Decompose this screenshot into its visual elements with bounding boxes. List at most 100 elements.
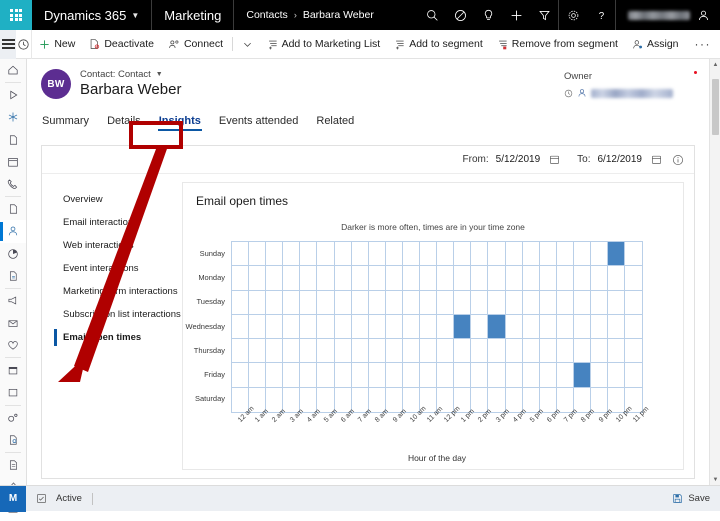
heatmap-cell[interactable] bbox=[506, 388, 523, 412]
subnav-item-event-interactions[interactable]: Event interactions bbox=[55, 257, 182, 280]
heatmap-cell[interactable] bbox=[454, 339, 471, 363]
heatmap-cell[interactable] bbox=[608, 339, 625, 363]
heatmap-cell[interactable] bbox=[523, 339, 540, 363]
heatmap-cell[interactable] bbox=[317, 242, 334, 266]
heatmap-cell[interactable] bbox=[540, 266, 557, 290]
rail-item-favorites[interactable] bbox=[0, 334, 26, 356]
quick-create-icon[interactable] bbox=[502, 0, 530, 30]
heatmap-cell[interactable] bbox=[386, 266, 403, 290]
breadcrumb-item-record[interactable]: Barbara Weber bbox=[303, 9, 374, 21]
heatmap-cell[interactable] bbox=[335, 315, 352, 339]
heatmap-cell[interactable] bbox=[471, 291, 488, 315]
heatmap-cell[interactable] bbox=[437, 291, 454, 315]
heatmap-cell[interactable] bbox=[369, 363, 386, 387]
heatmap-cell[interactable] bbox=[317, 315, 334, 339]
scroll-down-icon[interactable]: ▼ bbox=[710, 474, 720, 485]
brand-dynamics365[interactable]: Dynamics 365 ▼ bbox=[32, 0, 152, 30]
heatmap-cell[interactable] bbox=[369, 339, 386, 363]
heatmap-cell[interactable] bbox=[523, 291, 540, 315]
subnav-item-marketing-form-interactions[interactable]: Marketing form interactions bbox=[55, 280, 182, 303]
add-to-marketing-list-button[interactable]: Add to Marketing List bbox=[260, 30, 388, 59]
heatmap-cell[interactable] bbox=[369, 266, 386, 290]
idea-icon[interactable] bbox=[474, 0, 502, 30]
heatmap-cell[interactable] bbox=[523, 266, 540, 290]
heatmap-cell[interactable] bbox=[283, 363, 300, 387]
heatmap-cell[interactable] bbox=[283, 242, 300, 266]
breadcrumb-item-contacts[interactable]: Contacts bbox=[246, 9, 287, 21]
new-button[interactable]: New bbox=[32, 30, 82, 59]
heatmap-cell[interactable] bbox=[523, 388, 540, 412]
heatmap-cell[interactable] bbox=[557, 291, 574, 315]
heatmap-cell[interactable] bbox=[574, 315, 591, 339]
heatmap-cell[interactable] bbox=[232, 339, 249, 363]
heatmap-cell[interactable] bbox=[335, 291, 352, 315]
from-date-input[interactable]: 5/12/2019 bbox=[496, 154, 541, 165]
heatmap-cell[interactable] bbox=[557, 266, 574, 290]
deactivate-button[interactable]: Deactivate bbox=[82, 30, 161, 59]
app-launcher-button[interactable] bbox=[0, 0, 32, 30]
tab-details[interactable]: Details bbox=[106, 111, 142, 133]
heatmap-cell[interactable] bbox=[317, 266, 334, 290]
rail-item-phone[interactable] bbox=[0, 173, 26, 195]
heatmap-cell[interactable] bbox=[266, 363, 283, 387]
rail-item-social[interactable] bbox=[0, 407, 26, 429]
heatmap-cell[interactable] bbox=[352, 266, 369, 290]
heatmap-cell[interactable] bbox=[506, 363, 523, 387]
filter-icon[interactable] bbox=[530, 0, 558, 30]
heatmap-cell[interactable] bbox=[523, 242, 540, 266]
heatmap-cell[interactable] bbox=[249, 291, 266, 315]
heatmap-cell[interactable] bbox=[283, 291, 300, 315]
heatmap-cell[interactable] bbox=[403, 363, 420, 387]
rail-item-campaigns[interactable] bbox=[0, 290, 26, 312]
heatmap-cell[interactable] bbox=[591, 291, 608, 315]
heatmap-cell[interactable] bbox=[420, 291, 437, 315]
rail-item-insights[interactable] bbox=[0, 429, 26, 451]
app-name[interactable]: Marketing bbox=[152, 0, 234, 30]
heatmap-cell[interactable] bbox=[540, 315, 557, 339]
rail-item-recent[interactable] bbox=[0, 84, 26, 106]
heatmap-cell[interactable] bbox=[471, 266, 488, 290]
heatmap-cell[interactable] bbox=[608, 266, 625, 290]
heatmap-cell[interactable] bbox=[591, 315, 608, 339]
site-map-button[interactable] bbox=[0, 30, 16, 59]
scrollbar-thumb[interactable] bbox=[712, 79, 719, 135]
heatmap-cell[interactable] bbox=[625, 363, 642, 387]
heatmap-cell[interactable] bbox=[420, 315, 437, 339]
heatmap-cell[interactable] bbox=[437, 363, 454, 387]
heatmap-cell[interactable] bbox=[557, 388, 574, 412]
heatmap-cell[interactable] bbox=[232, 242, 249, 266]
scroll-up-icon[interactable]: ▲ bbox=[710, 59, 720, 70]
heatmap-cell[interactable] bbox=[574, 388, 591, 412]
recently-viewed-button[interactable] bbox=[16, 30, 32, 59]
heatmap-cell[interactable] bbox=[454, 315, 471, 339]
heatmap-cell[interactable] bbox=[488, 363, 505, 387]
heatmap-cell[interactable] bbox=[625, 315, 642, 339]
rail-item-events[interactable] bbox=[0, 359, 26, 381]
calendar-icon[interactable] bbox=[549, 154, 560, 165]
heatmap-cell[interactable] bbox=[540, 388, 557, 412]
heatmap-cell[interactable] bbox=[557, 339, 574, 363]
heatmap-cell[interactable] bbox=[317, 291, 334, 315]
heatmap-cell[interactable] bbox=[386, 363, 403, 387]
heatmap-cell[interactable] bbox=[523, 363, 540, 387]
rail-item-leads[interactable] bbox=[0, 265, 26, 287]
heatmap-cell[interactable] bbox=[266, 339, 283, 363]
heatmap-cell[interactable] bbox=[557, 363, 574, 387]
rail-item-accounts[interactable] bbox=[0, 198, 26, 220]
heatmap-cell[interactable] bbox=[591, 363, 608, 387]
heatmap-cell[interactable] bbox=[420, 339, 437, 363]
subnav-item-email-interactions[interactable]: Email interactions bbox=[55, 211, 182, 234]
heatmap-cell[interactable] bbox=[437, 266, 454, 290]
heatmap-cell[interactable] bbox=[471, 242, 488, 266]
heatmap-cell[interactable] bbox=[540, 363, 557, 387]
heatmap-cell[interactable] bbox=[574, 291, 591, 315]
heatmap-cell[interactable] bbox=[386, 339, 403, 363]
subnav-item-email-open-times[interactable]: Email open times bbox=[55, 326, 182, 349]
heatmap-cell[interactable] bbox=[540, 291, 557, 315]
heatmap-cell[interactable] bbox=[608, 363, 625, 387]
heatmap-cell[interactable] bbox=[403, 339, 420, 363]
heatmap-cell[interactable] bbox=[574, 339, 591, 363]
heatmap-cell[interactable] bbox=[317, 363, 334, 387]
heatmap-cell[interactable] bbox=[283, 266, 300, 290]
heatmap-cell[interactable] bbox=[506, 242, 523, 266]
